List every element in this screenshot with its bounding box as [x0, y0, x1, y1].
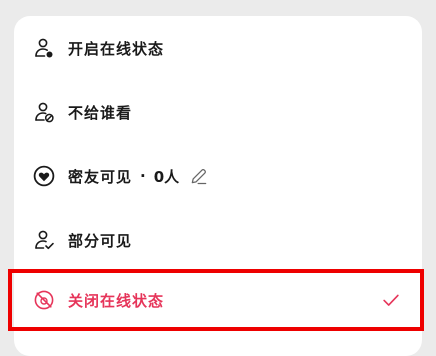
close-friends-count: 0人 — [153, 167, 180, 186]
menu-item-label: 开启在线状态 — [68, 39, 165, 58]
menu-item-label: 密友可见 — [68, 167, 133, 186]
menu-item-hide-from[interactable]: 不给谁看 — [14, 82, 422, 142]
menu-item-online-status-on[interactable]: 开启在线状态 — [14, 18, 422, 78]
checkmark-icon — [380, 289, 402, 311]
user-check-icon — [32, 228, 56, 252]
menu-item-close-friends[interactable]: 密友可见 · 0人 — [14, 146, 422, 206]
pencil-icon[interactable] — [189, 166, 209, 186]
separator-dot: · — [140, 167, 146, 185]
menu-item-partially-visible[interactable]: 部分可见 — [14, 210, 422, 270]
user-online-icon — [32, 36, 56, 60]
menu-item-online-status-off[interactable]: 关闭在线状态 — [14, 270, 422, 330]
menu-item-label: 不给谁看 — [68, 103, 133, 122]
offline-icon — [32, 288, 56, 312]
menu-item-label: 部分可见 — [68, 231, 133, 250]
menu-item-label: 关闭在线状态 — [68, 291, 165, 310]
user-blocked-icon — [32, 100, 56, 124]
heart-circle-icon — [32, 164, 56, 188]
